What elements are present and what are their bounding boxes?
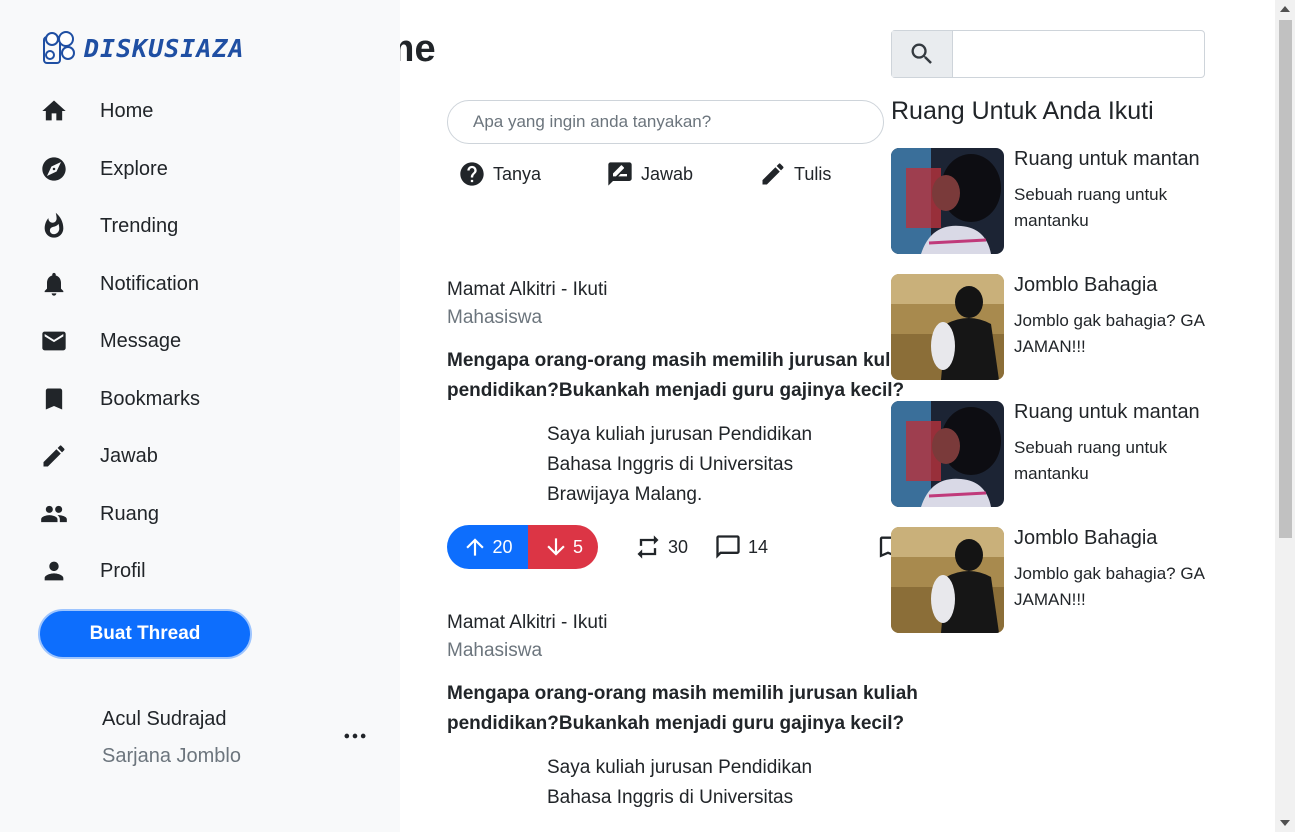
room-thumbnail	[891, 401, 1004, 507]
sidebar-item-label: Bookmarks	[100, 387, 201, 410]
user-name[interactable]: Acul Sudrajad	[102, 708, 227, 731]
upvote-count: 20	[492, 536, 513, 557]
pencil-icon	[43, 445, 65, 467]
room-item[interactable]: Jomblo Bahagia Jomblo gak bahagia? GA JA…	[891, 274, 1231, 382]
brand-name: DISKUSIAZA	[84, 33, 245, 63]
create-thread-button[interactable]: Buat Thread	[38, 609, 252, 659]
room-item[interactable]: Ruang untuk mantan Sebuah ruang untuk ma…	[891, 148, 1231, 256]
room-description: Jomblo gak bahagia? GA JAMAN!!!	[1014, 311, 1204, 356]
page-scrollbar[interactable]	[1275, 0, 1295, 832]
post-author[interactable]: Mamat Alkitri - Ikuti	[447, 279, 967, 301]
scroll-up-icon[interactable]	[1280, 6, 1290, 12]
room-name: Jomblo Bahagia	[1014, 527, 1158, 549]
comment-button[interactable]: 14	[714, 533, 768, 561]
room-thumbnail	[891, 274, 1004, 380]
sidebar-item-label: Trending	[100, 214, 179, 237]
post-author-role: Mahasiswa	[447, 307, 543, 328]
rooms-title: Ruang Untuk Anda Ikuti	[891, 97, 1154, 125]
brand-logo[interactable]: DISKUSIAZA	[40, 29, 245, 67]
sidebar-item-home[interactable]: Home	[40, 91, 340, 131]
search-button[interactable]	[892, 31, 953, 77]
arrow-down-icon	[547, 538, 565, 556]
repost-button[interactable]: 30	[634, 533, 688, 561]
room-thumbnail	[891, 527, 1004, 633]
post-author[interactable]: Mamat Alkitri - Ikuti	[447, 612, 967, 634]
sidebar-item-ruang[interactable]: Ruang	[40, 494, 340, 534]
fire-icon	[44, 212, 64, 238]
compass-icon	[42, 157, 66, 181]
comment-icon	[716, 535, 740, 559]
ask-button[interactable]: Tanya	[458, 160, 541, 188]
write-button[interactable]: Tulis	[759, 160, 831, 188]
ask-input[interactable]: Apa yang ingin anda tanyakan?	[447, 100, 884, 144]
user-menu-button[interactable]	[340, 724, 370, 748]
room-description: Sebuah ruang untuk mantanku	[1014, 438, 1168, 483]
sidebar-item-explore[interactable]: Explore	[40, 149, 340, 189]
room-name: Jomblo Bahagia	[1014, 274, 1158, 296]
sidebar-item-jawab[interactable]: Jawab	[40, 436, 340, 476]
search-icon	[911, 43, 932, 64]
answer-button[interactable]: Jawab	[606, 160, 693, 188]
sidebar-item-message[interactable]: Message	[40, 321, 340, 361]
sidebar-item-label: Jawab	[100, 444, 158, 467]
ask-label: Tanya	[493, 163, 542, 184]
write-label: Tulis	[794, 163, 832, 184]
scrollbar-thumb[interactable]	[1279, 20, 1292, 538]
room-description: Sebuah ruang untuk mantanku	[1014, 185, 1168, 230]
question-icon	[460, 162, 484, 186]
answer-icon	[608, 162, 632, 186]
repost-count: 30	[668, 536, 689, 557]
chat-bubbles-icon	[43, 31, 75, 64]
room-name: Ruang untuk mantan	[1014, 148, 1200, 170]
post-card: Mamat Alkitri - Ikuti Mahasiswa Mengapa …	[447, 279, 967, 510]
post-author-role: Mahasiswa	[447, 640, 543, 661]
post-actions: Tanya Jawab Tulis	[458, 160, 858, 190]
room-description: Jomblo gak bahagia? GA JAMAN!!!	[1014, 564, 1204, 609]
sidebar-item-trending[interactable]: Trending	[40, 206, 340, 246]
vote-group: 20 5	[447, 525, 598, 569]
answer-label: Jawab	[641, 163, 694, 184]
sidebar-item-label: Ruang	[100, 502, 159, 525]
search-bar	[891, 30, 1205, 78]
bell-icon	[44, 272, 64, 296]
post-card: Mamat Alkitri - Ikuti Mahasiswa Mengapa …	[447, 612, 967, 813]
arrow-up-icon	[466, 538, 485, 556]
group-icon	[41, 505, 67, 523]
more-horizontal-icon	[344, 733, 366, 739]
scroll-down-icon[interactable]	[1280, 820, 1290, 826]
room-item[interactable]: Ruang untuk mantan Sebuah ruang untuk ma…	[891, 401, 1231, 509]
comment-count: 14	[748, 536, 769, 557]
sidebar-item-label: Profil	[100, 559, 146, 582]
room-thumbnail	[891, 148, 1004, 254]
room-name: Ruang untuk mantan	[1014, 401, 1200, 423]
sidebar-item-label: Explore	[100, 157, 168, 180]
post-answer: Saya kuliah jurusan Pendidikan Bahasa In…	[547, 757, 813, 808]
mail-icon	[42, 331, 66, 351]
sidebar-item-notification[interactable]: Notification	[40, 264, 340, 304]
sidebar-item-label: Home	[100, 99, 154, 122]
pencil-icon	[762, 163, 784, 185]
downvote-button[interactable]: 5	[528, 525, 598, 569]
sidebar-item-label: Message	[100, 329, 182, 352]
post-question[interactable]: Mengapa orang-orang masih memilih jurusa…	[447, 679, 967, 739]
post-answer: Saya kuliah jurusan Pendidikan Bahasa In…	[547, 424, 813, 505]
repeat-icon	[637, 535, 659, 559]
search-input[interactable]	[953, 31, 1204, 77]
ask-placeholder: Apa yang ingin anda tanyakan?	[473, 112, 712, 131]
user-role: Sarjana Jomblo	[102, 745, 241, 767]
bookmark-icon	[45, 388, 63, 410]
downvote-count: 5	[572, 536, 583, 557]
room-item[interactable]: Jomblo Bahagia Jomblo gak bahagia? GA JA…	[891, 527, 1231, 635]
home-icon	[42, 100, 66, 121]
post-question[interactable]: Mengapa orang-orang masih memilih jurusa…	[447, 346, 967, 406]
upvote-button[interactable]: 20	[447, 525, 528, 569]
sidebar: DISKUSIAZA Home Explore Trending Notific…	[0, 0, 400, 832]
sidebar-item-bookmarks[interactable]: Bookmarks	[40, 379, 340, 419]
sidebar-item-profil[interactable]: Profil	[40, 551, 340, 591]
person-icon	[44, 561, 64, 581]
sidebar-item-label: Notification	[100, 272, 199, 295]
